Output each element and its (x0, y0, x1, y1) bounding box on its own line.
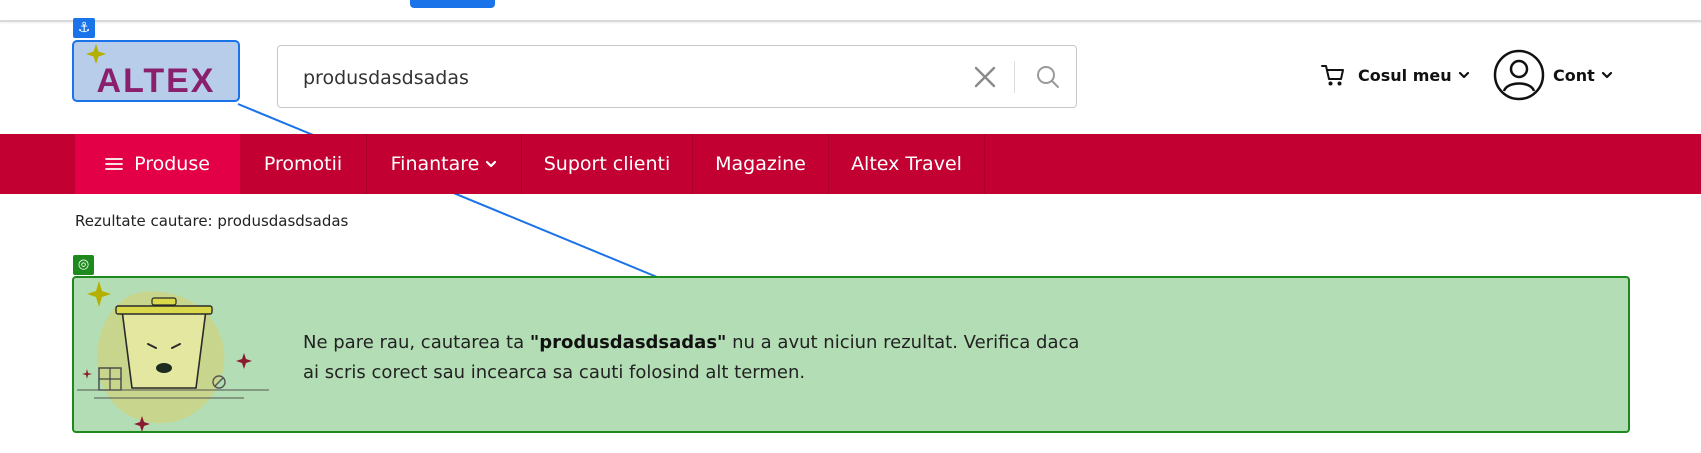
nav-label: Magazine (715, 153, 806, 175)
nav-label: Finantare (390, 153, 480, 175)
nav-label: Produse (134, 153, 210, 175)
close-icon[interactable] (970, 62, 1000, 92)
nav-item-promotii[interactable]: Promotii (240, 134, 367, 194)
nav-item-altex-travel[interactable]: Altex Travel (829, 134, 985, 194)
search-query: "produsdasdsadas" (529, 332, 727, 353)
nav-item-produse[interactable]: Produse (75, 134, 240, 194)
chevron-down-icon (486, 160, 497, 168)
anchor-icon: ⚓ (73, 18, 95, 38)
account-label: Cont (1553, 65, 1595, 85)
search-divider (1014, 61, 1015, 93)
nav-item-suport-clienti[interactable]: Suport clienti (522, 134, 693, 194)
user-icon (1493, 49, 1545, 101)
nav-item-finantare[interactable]: Finantare (367, 134, 522, 194)
chevron-down-icon (1601, 71, 1612, 79)
target-icon: ◎ (73, 255, 94, 275)
cart-label: Cosul meu (1358, 65, 1452, 85)
browser-top-strip (0, 0, 1701, 22)
altex-logo-icon: ALTEX (86, 44, 216, 100)
message-prefix: Ne pare rau, cautarea ta (303, 332, 530, 353)
empty-basket-illustration (77, 281, 269, 431)
cart-icon (1321, 65, 1344, 86)
no-results-message: Ne pare rau, cautarea ta "produsdasdsada… (303, 328, 1083, 388)
breadcrumb: Rezultate cautare: produsdasdsadas (75, 212, 349, 230)
logo[interactable]: ALTEX (72, 40, 240, 102)
nav-label: Suport clienti (543, 153, 671, 175)
main-nav: Produse Promotii Finantare Suport client… (0, 134, 1701, 194)
svg-text:ALTEX: ALTEX (97, 62, 216, 100)
nav-item-magazine[interactable]: Magazine (693, 134, 829, 194)
menu-icon (105, 158, 123, 170)
cart-button[interactable]: Cosul meu (1320, 60, 1470, 90)
search-input[interactable] (301, 60, 945, 96)
nav-label: Altex Travel (851, 153, 962, 175)
chevron-down-icon (1458, 71, 1469, 79)
top-blue-tab (410, 0, 495, 8)
nav-label: Promotii (263, 153, 343, 175)
search-icon[interactable] (1033, 62, 1063, 92)
search-box (277, 45, 1077, 108)
account-button[interactable]: Cont (1493, 49, 1613, 101)
no-results-panel: Ne pare rau, cautarea ta "produsdasdsada… (72, 276, 1630, 433)
